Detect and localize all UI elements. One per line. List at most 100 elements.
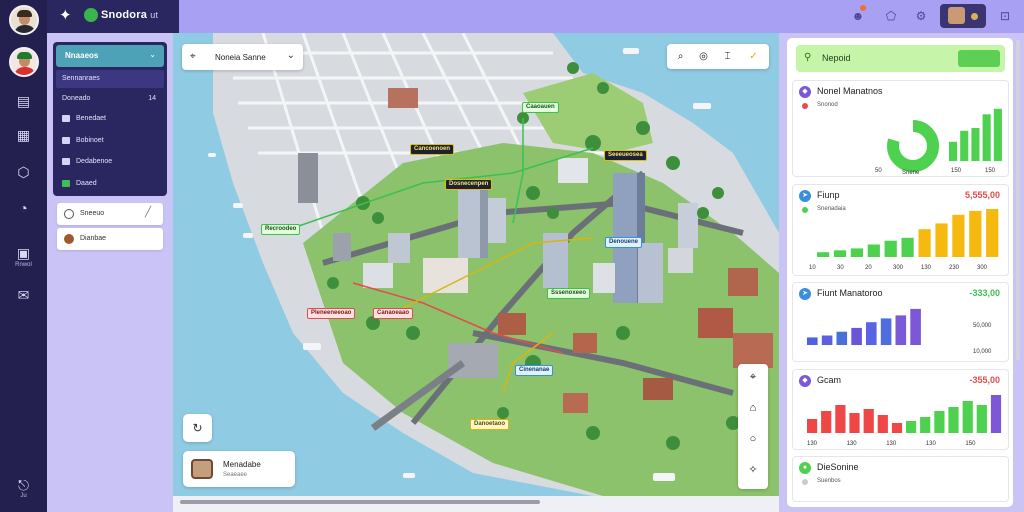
map-tag[interactable]: Caaoauen <box>522 102 559 113</box>
map-tag[interactable]: Danoetaoo <box>470 419 510 430</box>
chart-bar <box>891 423 903 433</box>
menu-star-icon[interactable]: ✦ <box>59 8 75 24</box>
inbox-icon[interactable]: ▤ <box>14 92 33 111</box>
notification-dot <box>860 5 866 11</box>
pentagon-icon[interactable]: ⬠ <box>882 7 900 25</box>
chart-bar <box>976 405 987 433</box>
gauge-needle <box>910 134 916 151</box>
gauge-side-label: 50 <box>875 168 882 174</box>
status-dot <box>802 479 808 485</box>
map-tag[interactable]: Canaoeaao <box>373 308 414 319</box>
location-label: Noneia Sanne <box>215 53 266 62</box>
gamepad-icon[interactable]: ⊡ <box>996 7 1014 25</box>
map-side-tools: ⌖ ⌂ ○ ✧ <box>738 364 768 489</box>
location-dropdown[interactable]: ⌖ Noneia Sanne ⌄ <box>182 44 303 70</box>
sparkle-icon[interactable]: ✧ <box>745 462 761 478</box>
nav-action-button-1[interactable]: Sneeuo ╱ <box>57 203 163 225</box>
edit-icon[interactable]: ╱ <box>145 207 157 219</box>
gauge-label: Snene <box>902 170 920 176</box>
nav-item-2[interactable]: Doneado 14 <box>56 90 164 108</box>
pin-tool-icon[interactable]: ⌶ <box>720 49 735 64</box>
map-tag[interactable]: Cinenanae <box>515 365 554 376</box>
map-footer <box>173 496 779 512</box>
panel-search-header[interactable]: ⚲ Nepoid <box>796 45 1005 72</box>
map-tag[interactable]: Recroodeo <box>261 224 301 235</box>
layers-icon[interactable]: ◎ <box>696 49 711 64</box>
info-card-subtitle: Seaeaee <box>223 472 248 478</box>
map-tag[interactable]: Cancoenoen <box>410 144 455 155</box>
stat-card-4[interactable]: ◆ Gcam -355,00 130 130 130 130 150 <box>792 369 1009 450</box>
nav-action-button-2[interactable]: Dianbae <box>57 228 163 250</box>
chart-bar <box>920 417 931 433</box>
brand-logo[interactable]: ✦ Snodora ut <box>47 0 179 33</box>
folder-icon <box>62 158 70 165</box>
brand-badge-icon <box>84 8 98 22</box>
vertical-scrollbar[interactable] <box>1016 40 1020 360</box>
card-subtitle: Suenbos <box>817 478 841 484</box>
stat-card-3[interactable]: ➤ Fiunt Manatoroo -333,00 50,000 10,000 <box>792 282 1009 362</box>
refresh-button[interactable]: ↻ <box>183 414 212 442</box>
x-tick: 130 <box>847 441 858 447</box>
nav-item-5[interactable]: Dedabenoe <box>56 153 164 171</box>
chart-bar <box>817 252 830 257</box>
rail-label-2: Ju <box>20 493 27 499</box>
chart-bar <box>952 214 965 257</box>
map-tag[interactable]: Seeeueosea <box>604 150 647 161</box>
city-map[interactable]: Cancoenoen Caaoauen Dosnecenpen Seeeueos… <box>173 33 779 496</box>
panel-header-button[interactable] <box>958 50 1000 67</box>
chart-bar <box>850 248 863 257</box>
settings-icon[interactable]: ⚙ <box>912 7 930 25</box>
circle-icon[interactable]: ○ <box>745 431 761 447</box>
map-tag[interactable]: Pleneeneeoao <box>307 308 356 319</box>
nav-item-6[interactable]: Daaed <box>56 175 164 193</box>
horizontal-scrollbar[interactable] <box>180 500 540 504</box>
user-avatar[interactable] <box>9 5 39 35</box>
card-3-chart: 50,000 10,000 <box>807 308 992 355</box>
chart-bar <box>821 411 832 433</box>
chart-bar <box>935 223 948 257</box>
chart-bar <box>895 315 907 345</box>
stat-card-2[interactable]: ➤ Fiunp 5,555,00 Snenadaia 10 30 20 300 130 2… <box>792 184 1009 276</box>
chevron-down-icon: ⌄ <box>286 50 295 61</box>
card-title: DieSonine <box>817 462 859 472</box>
check-circle-icon: ● <box>799 462 811 474</box>
nav-item-1[interactable]: Sennanraes <box>56 70 164 88</box>
account-chip[interactable] <box>940 4 986 28</box>
cube-icon[interactable]: ⬡ <box>14 163 33 182</box>
mail-icon[interactable]: ✉ <box>14 286 33 305</box>
x-tick: 30 <box>837 265 844 271</box>
nav-dropdown[interactable]: Nnaaeos ⌄ <box>56 45 164 67</box>
zoom-search-icon[interactable]: ⌕ <box>673 49 688 64</box>
stat-card-1[interactable]: ◆ Nonel Manatnos Snonod 50 Snene 150 150 <box>792 80 1009 177</box>
chart-bar <box>836 331 848 345</box>
grid-icon[interactable]: ▦ <box>14 126 33 145</box>
secondary-avatar[interactable] <box>9 47 39 77</box>
map-icon[interactable]: ▣ <box>14 244 33 263</box>
map-tag[interactable]: Denouene <box>605 237 643 248</box>
chart-bar <box>990 395 1002 433</box>
nav-item-4[interactable]: Bobinoet <box>56 132 164 150</box>
map-tag[interactable]: Sssenoxeeo <box>547 288 591 299</box>
locate-icon[interactable]: ⌖ <box>745 369 761 385</box>
x-tick: 10 <box>809 265 816 271</box>
search-icon <box>64 209 74 219</box>
x-tick: 230 <box>949 265 960 271</box>
nav-item-3[interactable]: Benedaet <box>56 110 164 128</box>
chart-bar <box>934 411 945 433</box>
activity-icon[interactable]: ◔ <box>14 199 33 218</box>
chart-bar <box>867 244 880 257</box>
status-green-icon <box>62 180 70 187</box>
nav-action-label: Sneeuo <box>80 210 105 217</box>
map-tag[interactable]: Dosnecenpen <box>445 179 493 190</box>
info-card[interactable]: Menadabe Seaeaee <box>183 451 295 487</box>
status-dot <box>971 13 978 20</box>
folder-icon <box>62 115 70 122</box>
panel-header-label: Nepoid <box>822 53 851 63</box>
chart-bar <box>807 419 818 433</box>
stat-card-5[interactable]: ● DieSonine Suenbos <box>792 456 1009 502</box>
home-icon[interactable]: ⌂ <box>745 400 761 416</box>
x-tick: 130 <box>886 441 897 447</box>
x-tick: 300 <box>893 265 904 271</box>
nav-item-label: Doneado <box>62 95 91 102</box>
check-icon[interactable]: ✓ <box>746 49 761 64</box>
